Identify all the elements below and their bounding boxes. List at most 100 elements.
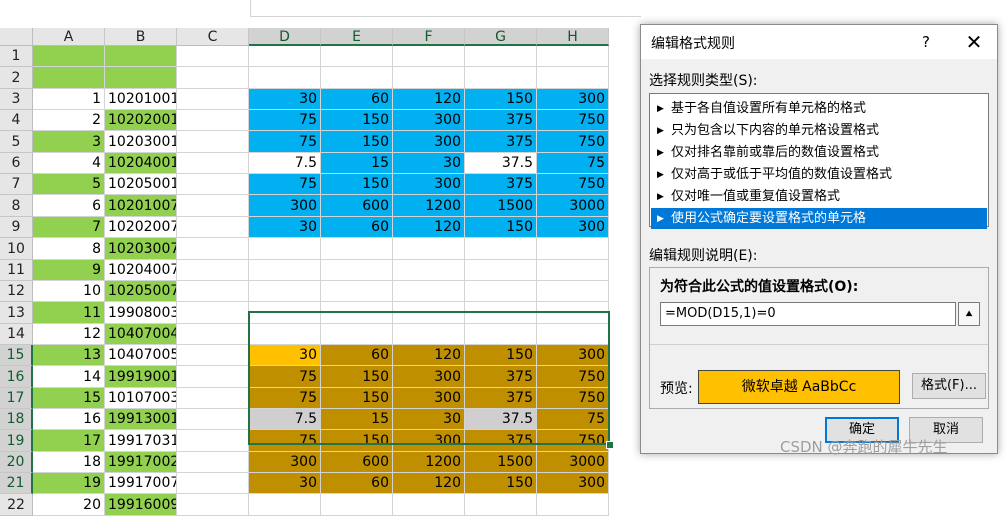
row-header[interactable]: 7 xyxy=(0,174,33,195)
cell-data[interactable] xyxy=(537,238,609,260)
cell-data[interactable]: 30 xyxy=(249,217,321,238)
cell-b[interactable]: 19917007 xyxy=(105,473,177,494)
cell-b[interactable]: 10407004 xyxy=(105,324,177,345)
cell-data[interactable]: 750 xyxy=(537,174,609,195)
cell-data[interactable]: 150 xyxy=(321,110,393,131)
cell-b[interactable]: 19919001 xyxy=(105,366,177,388)
cell-data[interactable]: 300 xyxy=(393,110,465,131)
cell-b[interactable]: 10201001 xyxy=(105,89,177,110)
cell-data[interactable]: 750 xyxy=(537,430,609,452)
cell-data[interactable]: 375 xyxy=(465,110,537,131)
select-all-corner[interactable] xyxy=(0,28,33,46)
cell-a[interactable]: 1 xyxy=(33,89,105,110)
cell-a[interactable]: 11 xyxy=(33,302,105,324)
cell-a[interactable]: 18 xyxy=(33,452,105,473)
cell-data[interactable]: 750 xyxy=(537,110,609,131)
row-header[interactable]: 10 xyxy=(0,238,33,260)
close-icon[interactable]: ✕ xyxy=(959,29,989,55)
cell-b[interactable]: 10202001 xyxy=(105,110,177,131)
cell-b[interactable]: 10107003 xyxy=(105,388,177,409)
cell-c[interactable] xyxy=(177,452,249,473)
cell-data[interactable] xyxy=(465,260,537,281)
row-header[interactable]: 4 xyxy=(0,110,33,131)
cell-data[interactable]: 15 xyxy=(321,409,393,430)
row-header[interactable]: 5 xyxy=(0,131,33,153)
cell-c[interactable] xyxy=(177,131,249,153)
fill-handle[interactable] xyxy=(606,441,614,449)
column-header[interactable]: F xyxy=(393,28,465,46)
row-header[interactable]: 1 xyxy=(0,46,33,67)
cell-data[interactable] xyxy=(393,281,465,302)
cell-data[interactable] xyxy=(465,494,537,516)
cell-data[interactable] xyxy=(249,238,321,260)
column-header[interactable]: H xyxy=(537,28,609,46)
cell-a[interactable]: 16 xyxy=(33,409,105,430)
cell-data[interactable] xyxy=(249,494,321,516)
cell-a[interactable]: 4 xyxy=(33,153,105,174)
cell-b[interactable]: 10205001 xyxy=(105,174,177,195)
cell-c[interactable] xyxy=(177,67,249,89)
cell-c[interactable] xyxy=(177,409,249,430)
cell-data[interactable] xyxy=(249,324,321,345)
cell-a[interactable]: 6 xyxy=(33,195,105,217)
cell-data[interactable]: 75 xyxy=(537,153,609,174)
collapse-dialog-icon[interactable]: ⯅ xyxy=(958,302,980,326)
cell-data[interactable]: 60 xyxy=(321,473,393,494)
cell-data[interactable] xyxy=(465,46,537,67)
cell-data[interactable]: 300 xyxy=(537,89,609,110)
cell-data[interactable]: 37.5 xyxy=(465,153,537,174)
cell-data[interactable]: 75 xyxy=(249,174,321,195)
cell-data[interactable] xyxy=(393,238,465,260)
row-header[interactable]: 18 xyxy=(0,409,33,430)
cell-data[interactable]: 150 xyxy=(321,131,393,153)
cell-data[interactable] xyxy=(537,302,609,324)
cell-data[interactable] xyxy=(393,260,465,281)
column-header[interactable]: G xyxy=(465,28,537,46)
cell-data[interactable]: 30 xyxy=(393,409,465,430)
row-header[interactable]: 8 xyxy=(0,195,33,217)
cell-b[interactable]: 10204007 xyxy=(105,260,177,281)
cell-c[interactable] xyxy=(177,195,249,217)
cell-data[interactable]: 150 xyxy=(321,366,393,388)
cell-a[interactable]: 17 xyxy=(33,430,105,452)
cell-a[interactable]: 13 xyxy=(33,345,105,366)
cell-a[interactable]: 2 xyxy=(33,110,105,131)
cell-data[interactable] xyxy=(249,302,321,324)
cell-data[interactable]: 1500 xyxy=(465,195,537,217)
cell-b[interactable] xyxy=(105,46,177,67)
cell-c[interactable] xyxy=(177,281,249,302)
cell-data[interactable]: 375 xyxy=(465,388,537,409)
cell-data[interactable] xyxy=(249,260,321,281)
cell-a[interactable]: 19 xyxy=(33,473,105,494)
cell-data[interactable]: 75 xyxy=(249,430,321,452)
cell-data[interactable] xyxy=(249,67,321,89)
column-header[interactable]: C xyxy=(177,28,249,46)
cell-data[interactable] xyxy=(393,494,465,516)
cell-a[interactable]: 15 xyxy=(33,388,105,409)
cell-c[interactable] xyxy=(177,366,249,388)
cell-data[interactable]: 120 xyxy=(393,217,465,238)
cell-c[interactable] xyxy=(177,260,249,281)
column-header[interactable]: A xyxy=(33,28,105,46)
cell-data[interactable]: 75 xyxy=(249,110,321,131)
cell-c[interactable] xyxy=(177,494,249,516)
cell-data[interactable]: 150 xyxy=(465,345,537,366)
cell-data[interactable]: 300 xyxy=(393,131,465,153)
cell-data[interactable]: 300 xyxy=(393,366,465,388)
cell-b[interactable]: 19917002 xyxy=(105,452,177,473)
cell-data[interactable]: 30 xyxy=(249,89,321,110)
cell-b[interactable]: 10204001 xyxy=(105,153,177,174)
cell-c[interactable] xyxy=(177,89,249,110)
cell-data[interactable]: 7.5 xyxy=(249,153,321,174)
cell-data[interactable] xyxy=(393,67,465,89)
cell-data[interactable]: 3000 xyxy=(537,195,609,217)
cell-a[interactable]: 8 xyxy=(33,238,105,260)
cell-b[interactable]: 19917031 xyxy=(105,430,177,452)
cell-data[interactable]: 300 xyxy=(537,345,609,366)
cell-data[interactable]: 375 xyxy=(465,430,537,452)
cell-data[interactable]: 150 xyxy=(465,217,537,238)
cell-a[interactable]: 12 xyxy=(33,324,105,345)
row-header[interactable]: 9 xyxy=(0,217,33,238)
cell-data[interactable]: 1200 xyxy=(393,195,465,217)
cell-data[interactable] xyxy=(465,67,537,89)
